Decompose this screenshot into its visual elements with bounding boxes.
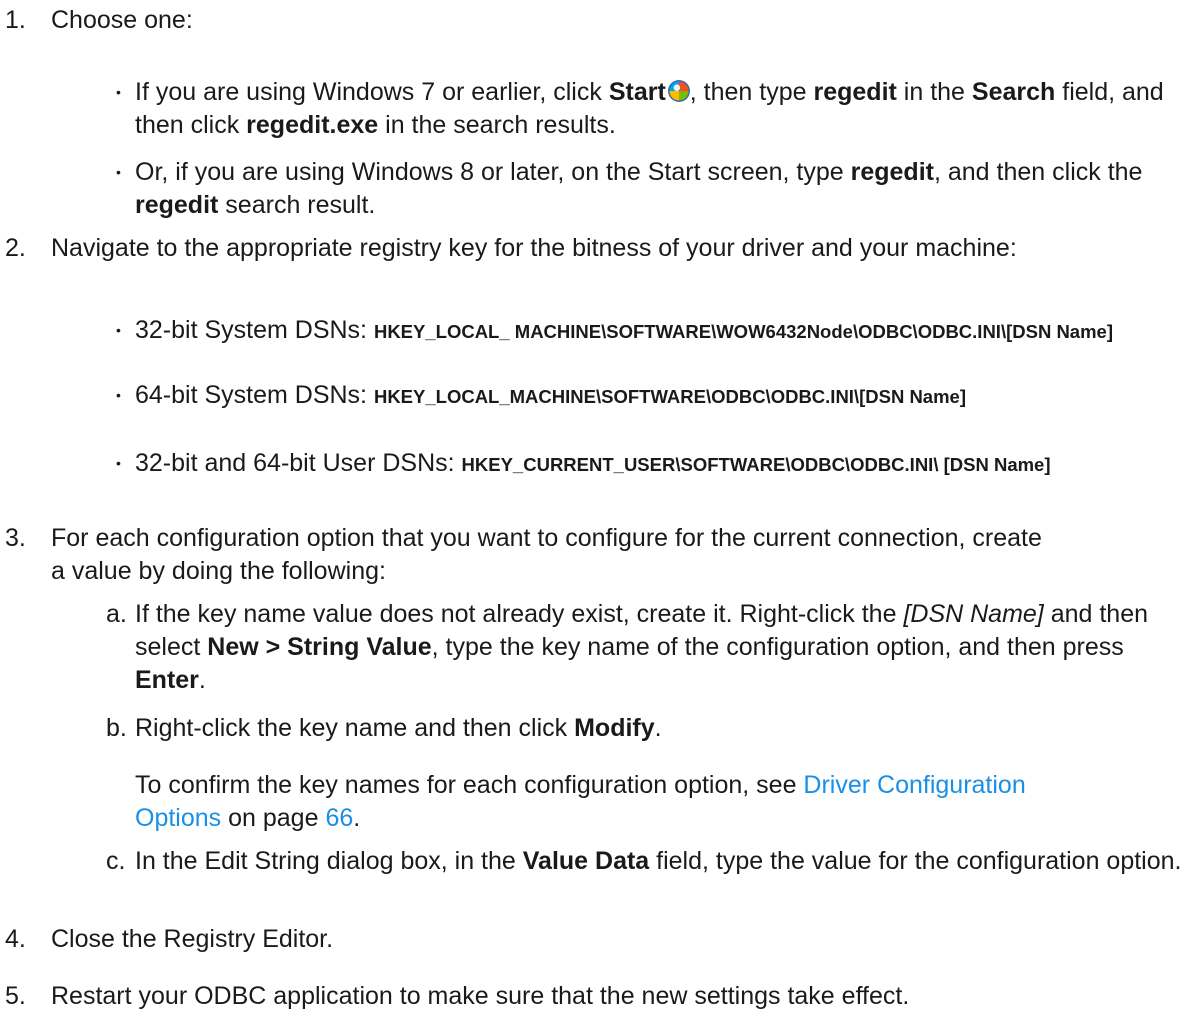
bullet-text: 64-bit System DSNs: HKEY_LOCAL_MACHINE\S… <box>135 381 966 409</box>
bullet-text: If you are using Windows 7 or earlier, c… <box>135 78 1164 139</box>
bullet-dot: • <box>116 455 121 471</box>
note-text: To confirm the key names for each config… <box>135 771 1026 832</box>
step-number: 3. <box>5 524 26 552</box>
step1-bullet-1: • If you are using Windows 7 or earlier,… <box>116 76 1195 142</box>
step1-bullet-2: • Or, if you are using Windows 8 or late… <box>116 156 1195 222</box>
step3-note: To confirm the key names for each config… <box>106 769 1195 835</box>
step-text: Close the Registry Editor. <box>51 925 334 953</box>
step-number: 4. <box>5 925 26 953</box>
step-text: Navigate to the appropriate registry key… <box>51 234 1017 262</box>
step-3: 3. For each configuration option that yo… <box>0 522 1195 588</box>
sub-letter: b. <box>106 714 127 742</box>
step-number: 5. <box>5 982 26 1010</box>
step2-bullet-3: • 32-bit and 64-bit User DSNs: HKEY_CURR… <box>116 447 1146 481</box>
sub-text: In the Edit String dialog box, in the Va… <box>135 847 1182 875</box>
bullet-dot: • <box>116 164 121 180</box>
document-page: 1. Choose one: • If you are using Window… <box>0 0 1199 1031</box>
step-text: Restart your ODBC application to make su… <box>51 982 910 1010</box>
step2-bullet-1: • 32-bit System DSNs: HKEY_LOCAL_ MACHIN… <box>116 314 1116 348</box>
bullet-text: Or, if you are using Windows 8 or later,… <box>135 158 1143 219</box>
bullet-text: 32-bit System DSNs: HKEY_LOCAL_ MACHINE\… <box>135 316 1113 344</box>
sub-letter: a. <box>106 600 127 628</box>
sub-text: Right-click the key name and then click … <box>135 714 662 742</box>
step-5: 5. Restart your ODBC application to make… <box>0 980 1195 1013</box>
step-2: 2. Navigate to the appropriate registry … <box>0 232 1195 265</box>
sub-text: If the key name value does not already e… <box>135 600 1149 694</box>
bullet-dot: • <box>116 387 121 403</box>
step-4: 4. Close the Registry Editor. <box>0 923 1195 956</box>
windows-start-orb-icon <box>667 80 690 102</box>
step3-sub-c: c. In the Edit String dialog box, in the… <box>106 845 1195 878</box>
bullet-dot: • <box>116 322 121 338</box>
step-number: 1. <box>5 6 26 34</box>
sub-letter: c. <box>106 847 126 875</box>
step3-sub-b: b. Right-click the key name and then cli… <box>106 712 1195 745</box>
step-1: 1. Choose one: <box>0 4 1195 37</box>
registry-path: HKEY_LOCAL_MACHINE\SOFTWARE\ODBC\ODBC.IN… <box>373 386 966 407</box>
bullet-dot: • <box>116 84 121 100</box>
page-66-link[interactable]: 66 <box>325 804 353 832</box>
step-text: Choose one: <box>51 6 193 34</box>
registry-path: HKEY_LOCAL_ MACHINE\SOFTWARE\WOW6432Node… <box>373 321 1113 342</box>
bullet-text: 32-bit and 64-bit User DSNs: HKEY_CURREN… <box>135 449 1051 477</box>
registry-path: HKEY_CURRENT_USER\SOFTWARE\ODBC\ODBC.INI… <box>461 454 1051 475</box>
step2-bullet-2: • 64-bit System DSNs: HKEY_LOCAL_MACHINE… <box>116 379 1131 413</box>
step-number: 2. <box>5 234 26 262</box>
step-text: For each configuration option that you w… <box>51 524 1042 585</box>
step3-sub-a: a. If the key name value does not alread… <box>106 598 1195 697</box>
